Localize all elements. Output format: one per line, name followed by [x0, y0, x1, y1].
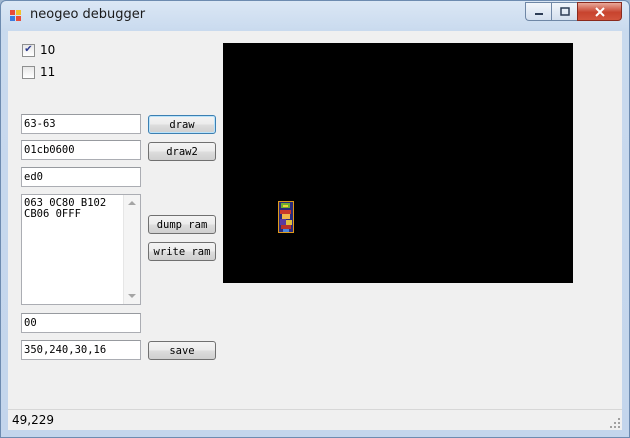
status-bar: 49,229: [8, 409, 622, 430]
save-button[interactable]: save: [148, 341, 216, 360]
close-icon: [594, 6, 605, 17]
memory-text: 063 0C80 B102 CB06 0FFF: [24, 197, 107, 220]
range-input[interactable]: 63-63: [21, 114, 141, 134]
checkbox-10-label: 10: [40, 43, 56, 57]
scroll-down-arrow-icon[interactable]: [128, 294, 136, 298]
app-icon: [10, 10, 22, 22]
dump-ram-button[interactable]: dump ram: [148, 215, 216, 234]
rect-input[interactable]: 350,240,30,16: [21, 340, 141, 360]
checkbox-11[interactable]: [22, 65, 35, 79]
status-coords: 49,229: [12, 413, 54, 427]
main-window: neogeo debugger ✔ 10 11 63-63 01cb0600 e…: [0, 0, 630, 438]
sprite-image: [278, 201, 294, 233]
minimize-icon: [534, 12, 543, 15]
title-bar[interactable]: neogeo debugger: [1, 1, 629, 31]
draw2-button[interactable]: draw2: [148, 142, 216, 161]
scroll-up-arrow-icon[interactable]: [128, 201, 136, 205]
close-button[interactable]: [577, 2, 622, 21]
value-input[interactable]: ed0: [21, 167, 141, 187]
memory-scrollbar[interactable]: [123, 195, 140, 304]
minimize-button[interactable]: [525, 2, 551, 21]
maximize-button[interactable]: [551, 2, 577, 21]
byte-input[interactable]: 00: [21, 313, 141, 333]
checkbox-10[interactable]: ✔: [22, 43, 35, 57]
maximize-icon: [559, 6, 570, 16]
write-ram-button[interactable]: write ram: [148, 242, 216, 261]
render-canvas[interactable]: [223, 43, 573, 283]
resize-grip-icon[interactable]: [610, 418, 620, 428]
checkbox-11-label: 11: [40, 65, 56, 79]
client-area: ✔ 10 11 63-63 01cb0600 ed0 063 0C80 B102…: [8, 31, 622, 430]
address-input[interactable]: 01cb0600: [21, 140, 141, 160]
memory-textarea[interactable]: 063 0C80 B102 CB06 0FFF: [21, 194, 141, 305]
checkbox-11-row[interactable]: 11: [22, 65, 55, 79]
checkbox-10-row[interactable]: ✔ 10: [22, 43, 55, 57]
draw-button[interactable]: draw: [148, 115, 216, 134]
caption-buttons: [525, 2, 622, 21]
window-title: neogeo debugger: [30, 7, 146, 22]
